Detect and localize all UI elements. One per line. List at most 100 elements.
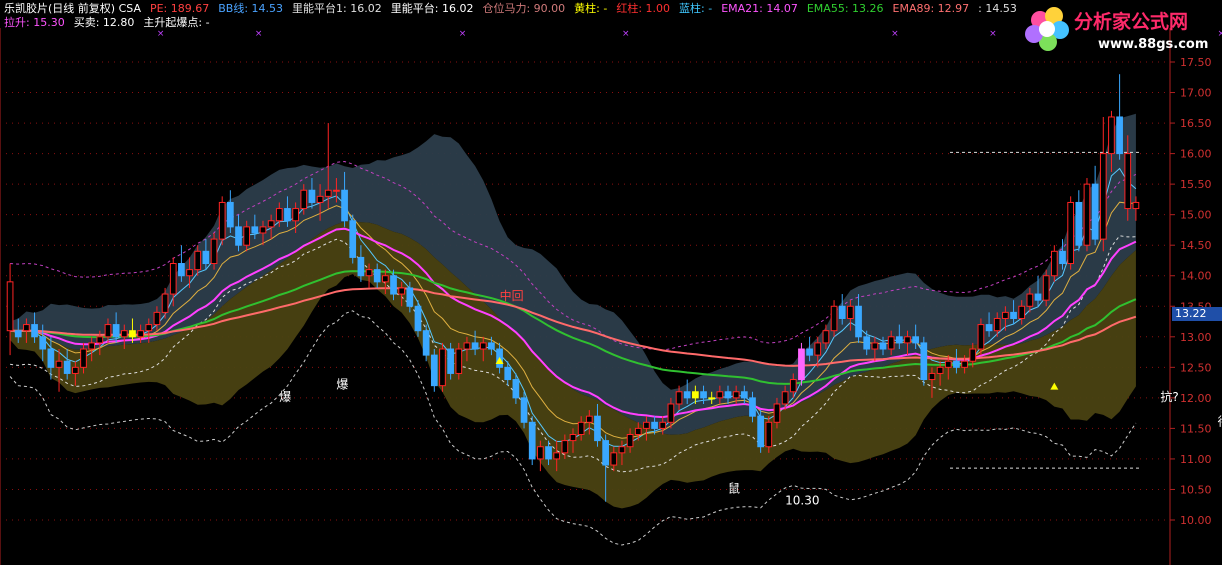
candle-body (1042, 275, 1050, 301)
candle-body (398, 287, 406, 295)
y-tick-label: 16.50 (1180, 117, 1212, 130)
candle-body (512, 379, 520, 399)
candle-body (1099, 153, 1107, 240)
candle-body (944, 360, 952, 368)
candle-body (683, 391, 691, 399)
site-logo: 分析家公式网 www.88gs.com (1025, 7, 1208, 52)
candle-body (936, 366, 944, 374)
y-tick-label: 12.00 (1180, 392, 1212, 405)
candle-body (724, 391, 732, 399)
candle-body (1034, 293, 1042, 301)
chart-annotation: 鼠 (728, 482, 740, 496)
candle-body (895, 336, 903, 344)
candle-body (96, 336, 104, 344)
candle-body (822, 330, 830, 344)
candle-body (993, 317, 1001, 332)
candle-body (1002, 311, 1009, 319)
candle-body (251, 226, 259, 234)
current-price-tag: 13.22 (1172, 307, 1222, 321)
candle-body (504, 366, 512, 381)
candle-body (520, 397, 528, 423)
candle-body (977, 324, 985, 350)
y-tick-label: 15.00 (1180, 209, 1212, 222)
candle-body (422, 330, 430, 356)
candle-body (847, 305, 854, 319)
top-cross-marker: × (989, 29, 997, 39)
candle-body (308, 189, 316, 203)
candle-body (904, 336, 911, 344)
candle-body (545, 446, 552, 460)
candle-body (798, 348, 805, 381)
candle-body (406, 287, 414, 307)
candle-body (863, 336, 871, 350)
candle-body (732, 391, 740, 399)
candle-body (169, 263, 177, 295)
candle-body (781, 391, 789, 405)
candle-body (618, 446, 626, 454)
candle-body (439, 348, 446, 387)
y-tick-label: 12.50 (1180, 361, 1212, 374)
candle-body (773, 403, 781, 423)
candle-body (757, 415, 764, 448)
top-cross-marker: × (891, 29, 899, 39)
candle-body (471, 342, 479, 350)
candle-body (814, 342, 822, 356)
candle-body (488, 342, 495, 350)
candle-body (1026, 293, 1034, 307)
candle-body (202, 250, 210, 265)
y-tick-label: 13.00 (1180, 331, 1212, 344)
candle-body (1067, 201, 1075, 265)
chart-annotation: 10.30 (785, 494, 819, 508)
y-tick-label: 17.00 (1180, 87, 1212, 100)
candle-body (651, 421, 658, 429)
candle-body (447, 348, 454, 374)
candle-body (47, 348, 55, 368)
top-cross-marker: × (157, 29, 165, 39)
top-cross-marker: × (459, 29, 467, 39)
candle-body (806, 348, 813, 356)
candle-body (961, 360, 968, 368)
candle-body (186, 269, 193, 277)
candle-body (1059, 250, 1066, 265)
candle-body (63, 360, 71, 374)
candle-body (569, 434, 577, 442)
candle-body (708, 397, 716, 400)
candle-body (178, 263, 185, 277)
candle-body (243, 226, 251, 246)
candle-body (887, 336, 895, 350)
candle-body (210, 238, 218, 265)
candle-body (1018, 305, 1026, 319)
candle-body (129, 330, 136, 338)
candle-body (80, 348, 87, 368)
candle-body (226, 201, 234, 228)
candle-body (871, 342, 879, 350)
chart-annotation: 爆 (279, 390, 291, 404)
candle-body (390, 275, 397, 295)
candle-body (830, 305, 838, 332)
y-tick-label: 15.50 (1180, 178, 1212, 191)
candle-body (594, 415, 601, 442)
y-tick-label: 11.50 (1180, 422, 1212, 435)
candle-body (31, 324, 38, 338)
candle-body (985, 324, 993, 332)
candle-body (716, 391, 724, 399)
candle-body (920, 342, 928, 381)
candle-body (316, 195, 324, 203)
candle-body (912, 336, 920, 344)
candle-body (333, 189, 340, 192)
candle-body (643, 421, 650, 429)
candle-body (692, 391, 699, 399)
candle-body (357, 256, 365, 277)
candle-body (161, 293, 169, 313)
candle-body (1083, 183, 1091, 246)
candle-body (602, 440, 609, 466)
chart-annotation: 中回 (500, 288, 524, 303)
candle-body (1116, 116, 1123, 155)
y-tick-label: 10.00 (1180, 514, 1212, 527)
candle-body (88, 342, 96, 350)
candle-body (137, 330, 144, 338)
candle-body (838, 305, 846, 319)
candle-body (275, 208, 283, 222)
candle-body (1124, 153, 1132, 210)
chart-annotation: 待抄短 (1218, 414, 1222, 428)
